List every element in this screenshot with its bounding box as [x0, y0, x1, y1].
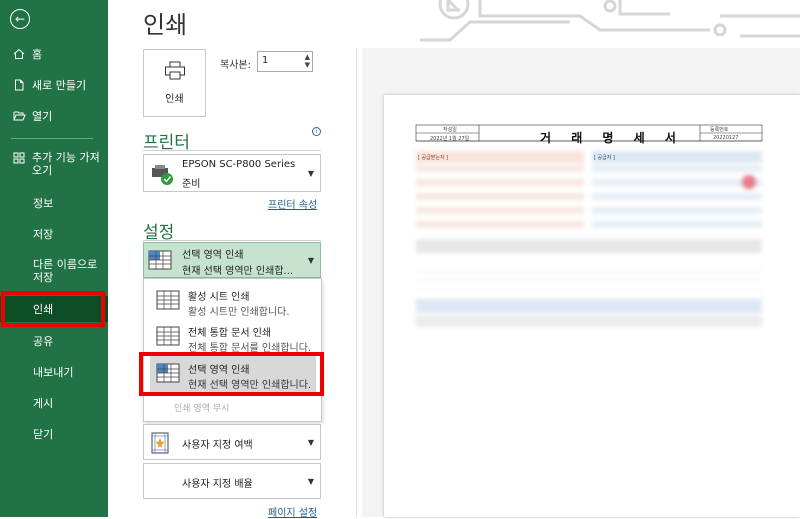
home-icon [12, 47, 26, 61]
print-what-title: 선택 영역 인쇄 [182, 250, 244, 261]
highlight-print-nav [1, 291, 105, 327]
nav-item-info[interactable]: 정보 [0, 193, 108, 213]
nav-item-save[interactable]: 저장 [0, 224, 108, 244]
chevron-down-icon: ▼ [307, 169, 314, 178]
addins-icon [12, 151, 26, 165]
print-button-label: 인쇄 [165, 94, 184, 105]
printer-ready-icon [150, 164, 176, 190]
back-arrow-icon[interactable]: ← [10, 9, 30, 29]
nav-item-new[interactable]: 새로 만들기 [0, 75, 108, 95]
nav-item-open[interactable]: 열기 [0, 106, 108, 126]
copies-label: 복사본: [220, 60, 251, 71]
copies-input[interactable]: 1 ▲ ▼ [257, 51, 313, 72]
print-what-desc: 현재 선택 영역만 인쇄합... [182, 266, 294, 277]
option-active-sheets[interactable]: 활성 시트 인쇄 활성 시트만 인쇄합니다. [150, 283, 316, 323]
stamp-seal [742, 175, 756, 189]
scaling-select[interactable]: 사용자 지정 배율 ▼ [143, 463, 321, 499]
nav-label: 저장 [33, 228, 54, 241]
divider [143, 150, 321, 151]
nav-label: 새로 만들기 [32, 79, 87, 92]
page-title: 인쇄 [143, 11, 188, 39]
new-file-icon [12, 78, 26, 92]
chevron-down-icon: ▼ [307, 256, 314, 265]
copies-spinner[interactable]: ▲ ▼ [305, 53, 310, 69]
divider [356, 48, 357, 517]
ignore-print-area-option[interactable]: 인쇄 영역 무시 [174, 401, 229, 414]
margins-select[interactable]: 사용자 지정 여백 ▼ [143, 424, 321, 460]
nav-label: 홈 [32, 48, 43, 61]
nav-label: 공유 [33, 335, 54, 348]
nav-item-close[interactable]: 닫기 [0, 424, 108, 444]
info-icon[interactable]: i [312, 127, 321, 136]
footer-row-blur [416, 315, 762, 327]
nav-label: 내보내기 [33, 366, 74, 379]
preview-supplier-tag: [ 공급받는자 ] [418, 155, 449, 161]
preview-number: 20220127 [713, 135, 739, 141]
print-button[interactable]: 인쇄 [143, 49, 206, 117]
nav-item-share[interactable]: 공유 [0, 331, 108, 351]
nav-item-home[interactable]: 홈 [0, 44, 108, 64]
preview-number-label: 등록번호 [710, 127, 729, 133]
nav-item-export[interactable]: 내보내기 [0, 362, 108, 382]
printer-name: EPSON SC-P800 Series [182, 159, 296, 170]
backstage-nav: ← 홈 새로 만들기 열기 추가 기능 가져오기 정보 저장 다른 이름으로 저… [0, 0, 108, 517]
nav-label: 닫기 [33, 428, 54, 441]
summary-row-blur [416, 299, 762, 313]
folder-open-icon [12, 109, 26, 123]
divider [143, 240, 321, 241]
workbook-icon [156, 326, 180, 350]
highlight-selection-option [139, 352, 324, 396]
printer-select[interactable]: EPSON SC-P800 Series 준비 ▼ [143, 154, 321, 192]
nav-label: 다른 이름으로 저장 [33, 258, 98, 284]
printer-status: 준비 [182, 179, 201, 190]
option-title: 활성 시트 인쇄 [188, 292, 250, 303]
nav-divider [11, 138, 93, 139]
circuit-decoration [420, 0, 800, 42]
provider-header-band [592, 151, 762, 163]
chevron-down-icon: ▼ [307, 438, 314, 447]
nav-item-addins[interactable]: 추가 기능 가져오기 [0, 151, 108, 179]
printer-icon [164, 61, 186, 84]
chevron-down-icon: ▼ [307, 477, 314, 486]
nav-label: 정보 [33, 197, 54, 210]
sheet-icon [156, 290, 180, 314]
margins-icon [151, 432, 169, 458]
option-desc: 활성 시트만 인쇄합니다. [188, 307, 290, 318]
supplier-info-blur [416, 165, 584, 235]
print-what-dropdown: 활성 시트 인쇄 활성 시트만 인쇄합니다. 전체 통합 문서 인쇄 전체 통합… [143, 278, 322, 422]
printer-properties-link[interactable]: 프린터 속성 [268, 196, 317, 211]
total-row-blur [416, 239, 762, 253]
nav-label: 추가 기능 가져오기 [32, 151, 100, 177]
nav-item-publish[interactable]: 게시 [0, 393, 108, 413]
print-what-select[interactable]: 선택 영역 인쇄 현재 선택 영역만 인쇄합... ▼ [143, 242, 321, 278]
preview-date-label: 작성일 [443, 127, 457, 133]
preview-doc-title: 거 래 명 세 서 [540, 131, 684, 145]
provider-info-blur [592, 165, 762, 235]
copies-value: 1 [262, 55, 269, 66]
nav-label: 열기 [32, 110, 53, 123]
preview-date: 2022년 1월 27일 [430, 136, 470, 142]
selection-sheet-icon [148, 250, 172, 274]
option-title: 전체 통합 문서 인쇄 [188, 328, 272, 339]
preview-provider-tag: [ 공급자 ] [594, 155, 615, 161]
nav-item-save-as[interactable]: 다른 이름으로 저장 [0, 256, 108, 286]
margins-label: 사용자 지정 여백 [182, 440, 253, 451]
scaling-label: 사용자 지정 배율 [182, 479, 253, 490]
nav-label: 게시 [33, 397, 54, 410]
